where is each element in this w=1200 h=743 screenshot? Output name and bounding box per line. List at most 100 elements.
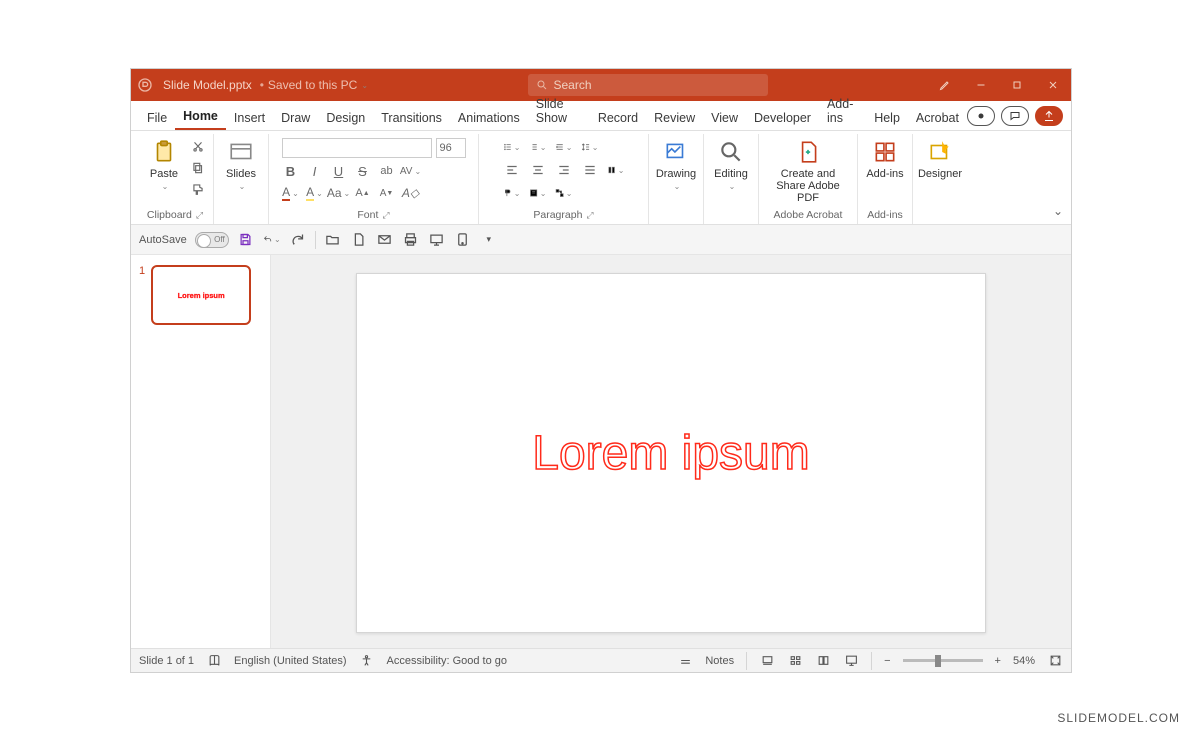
- slide-1[interactable]: Lorem ipsum: [356, 273, 986, 633]
- undo-button[interactable]: ⌄: [263, 231, 281, 249]
- slide-sorter-button[interactable]: [787, 653, 803, 669]
- dialog-launcher-icon[interactable]: ⤢: [196, 210, 203, 221]
- maximize-button[interactable]: [999, 69, 1035, 101]
- tab-file[interactable]: File: [139, 105, 175, 130]
- font-size-input[interactable]: 96: [436, 138, 466, 158]
- copy-button[interactable]: [189, 159, 207, 177]
- align-text-button[interactable]: ⌄: [529, 184, 547, 202]
- char-spacing-button[interactable]: AV⌄: [402, 162, 420, 180]
- font-color-button[interactable]: A⌄: [282, 184, 300, 202]
- minimize-button[interactable]: [963, 69, 999, 101]
- touch-mode-button[interactable]: [454, 231, 472, 249]
- autosave-toggle[interactable]: Off: [195, 232, 229, 248]
- slide-text[interactable]: Lorem ipsum: [532, 426, 809, 481]
- editing-button[interactable]: Editing⌄: [710, 136, 752, 191]
- pen-tools-button[interactable]: [927, 69, 963, 101]
- group-drawing: Drawing⌄: [649, 134, 704, 224]
- clear-format-button[interactable]: A◇: [402, 184, 420, 202]
- document-title: Slide Model.pptx: [159, 78, 256, 92]
- notes-icon: [677, 653, 693, 669]
- tab-home[interactable]: Home: [175, 103, 226, 130]
- dialog-launcher-icon[interactable]: ⤢: [586, 210, 593, 221]
- align-center-button[interactable]: [529, 161, 547, 179]
- designer-button[interactable]: Designer: [919, 136, 961, 180]
- tab-record[interactable]: Record: [590, 105, 646, 130]
- accessibility-status[interactable]: Accessibility: Good to go: [387, 655, 507, 667]
- book-icon[interactable]: [206, 653, 222, 669]
- new-file-button[interactable]: [350, 231, 368, 249]
- drawing-button[interactable]: Drawing⌄: [655, 136, 697, 191]
- group-slides: Slides ⌄: [214, 134, 269, 224]
- line-spacing-button[interactable]: ⌄: [581, 138, 599, 156]
- change-case-button[interactable]: Aa⌄: [330, 184, 348, 202]
- dialog-launcher-icon[interactable]: ⤢: [382, 210, 389, 221]
- tab-animations[interactable]: Animations: [450, 105, 528, 130]
- bold-button[interactable]: B: [282, 162, 300, 180]
- paste-button[interactable]: Paste ⌄: [143, 136, 185, 191]
- tab-insert[interactable]: Insert: [226, 105, 273, 130]
- numbering-button[interactable]: ⌄: [529, 138, 547, 156]
- tab-add-ins[interactable]: Add-ins: [819, 91, 866, 130]
- decrease-font-button[interactable]: A▼: [378, 184, 396, 202]
- italic-button[interactable]: I: [306, 162, 324, 180]
- tab-help[interactable]: Help: [866, 105, 908, 130]
- record-button[interactable]: [967, 106, 995, 126]
- customize-qat-button[interactable]: ▾: [480, 231, 498, 249]
- quick-print-button[interactable]: [402, 231, 420, 249]
- notes-button[interactable]: Notes: [705, 655, 734, 667]
- save-status[interactable]: Saved to this PC ⌄: [268, 78, 368, 92]
- highlight-button[interactable]: A⌄: [306, 184, 324, 202]
- tab-acrobat[interactable]: Acrobat: [908, 105, 967, 130]
- addins-button[interactable]: Add-ins: [864, 136, 906, 180]
- slide-canvas[interactable]: Lorem ipsum: [271, 255, 1071, 648]
- email-button[interactable]: [376, 231, 394, 249]
- close-button[interactable]: [1035, 69, 1071, 101]
- underline-button[interactable]: U: [330, 162, 348, 180]
- save-button[interactable]: [237, 231, 255, 249]
- open-button[interactable]: [324, 231, 342, 249]
- slides-button[interactable]: Slides ⌄: [220, 136, 262, 191]
- bullets-button[interactable]: ⌄: [503, 138, 521, 156]
- align-left-button[interactable]: [503, 161, 521, 179]
- font-family-input[interactable]: [282, 138, 432, 158]
- reading-view-button[interactable]: [815, 653, 831, 669]
- slideshow-view-button[interactable]: [843, 653, 859, 669]
- zoom-in-button[interactable]: +: [995, 655, 1001, 667]
- shadow-button[interactable]: ab: [378, 162, 396, 180]
- quick-access-toolbar: AutoSave Off ⌄ ▾: [131, 225, 1071, 255]
- collapse-ribbon-button[interactable]: ⌄: [1053, 204, 1063, 218]
- slide-thumbnail-1[interactable]: Lorem ipsum: [151, 265, 251, 325]
- group-addins: Add-ins Add-ins: [858, 134, 913, 224]
- create-share-pdf-button[interactable]: Create and Share Adobe PDF: [765, 136, 851, 204]
- start-from-beginning-button[interactable]: [428, 231, 446, 249]
- tab-transitions[interactable]: Transitions: [373, 105, 450, 130]
- justify-button[interactable]: [581, 161, 599, 179]
- normal-view-button[interactable]: [759, 653, 775, 669]
- redo-button[interactable]: [289, 231, 307, 249]
- tab-developer[interactable]: Developer: [746, 105, 819, 130]
- group-paragraph: ⌄ ⌄ ⌄ ⌄ ⌄ ⌄ ⌄ ⌄: [479, 134, 649, 224]
- smart-art-button[interactable]: ⌄: [555, 184, 573, 202]
- fit-to-window-button[interactable]: [1047, 653, 1063, 669]
- tab-review[interactable]: Review: [646, 105, 703, 130]
- zoom-out-button[interactable]: −: [884, 655, 890, 667]
- slide-thumbnails-panel[interactable]: 1 Lorem ipsum: [131, 255, 271, 648]
- share-button[interactable]: [1035, 106, 1063, 126]
- tab-view[interactable]: View: [703, 105, 746, 130]
- format-painter-button[interactable]: [189, 180, 207, 198]
- tab-draw[interactable]: Draw: [273, 105, 318, 130]
- columns-button[interactable]: ⌄: [607, 161, 625, 179]
- indent-button[interactable]: ⌄: [555, 138, 573, 156]
- comments-button[interactable]: [1001, 106, 1029, 126]
- zoom-slider[interactable]: [903, 659, 983, 662]
- language-status[interactable]: English (United States): [234, 655, 347, 667]
- tab-slide-show[interactable]: Slide Show: [528, 91, 590, 130]
- align-right-button[interactable]: [555, 161, 573, 179]
- strikethrough-button[interactable]: S: [354, 162, 372, 180]
- increase-font-button[interactable]: A▲: [354, 184, 372, 202]
- cut-button[interactable]: [189, 138, 207, 156]
- zoom-value[interactable]: 54%: [1013, 655, 1035, 667]
- tab-design[interactable]: Design: [318, 105, 373, 130]
- slide-counter[interactable]: Slide 1 of 1: [139, 655, 194, 667]
- text-direction-button[interactable]: ⌄: [503, 184, 521, 202]
